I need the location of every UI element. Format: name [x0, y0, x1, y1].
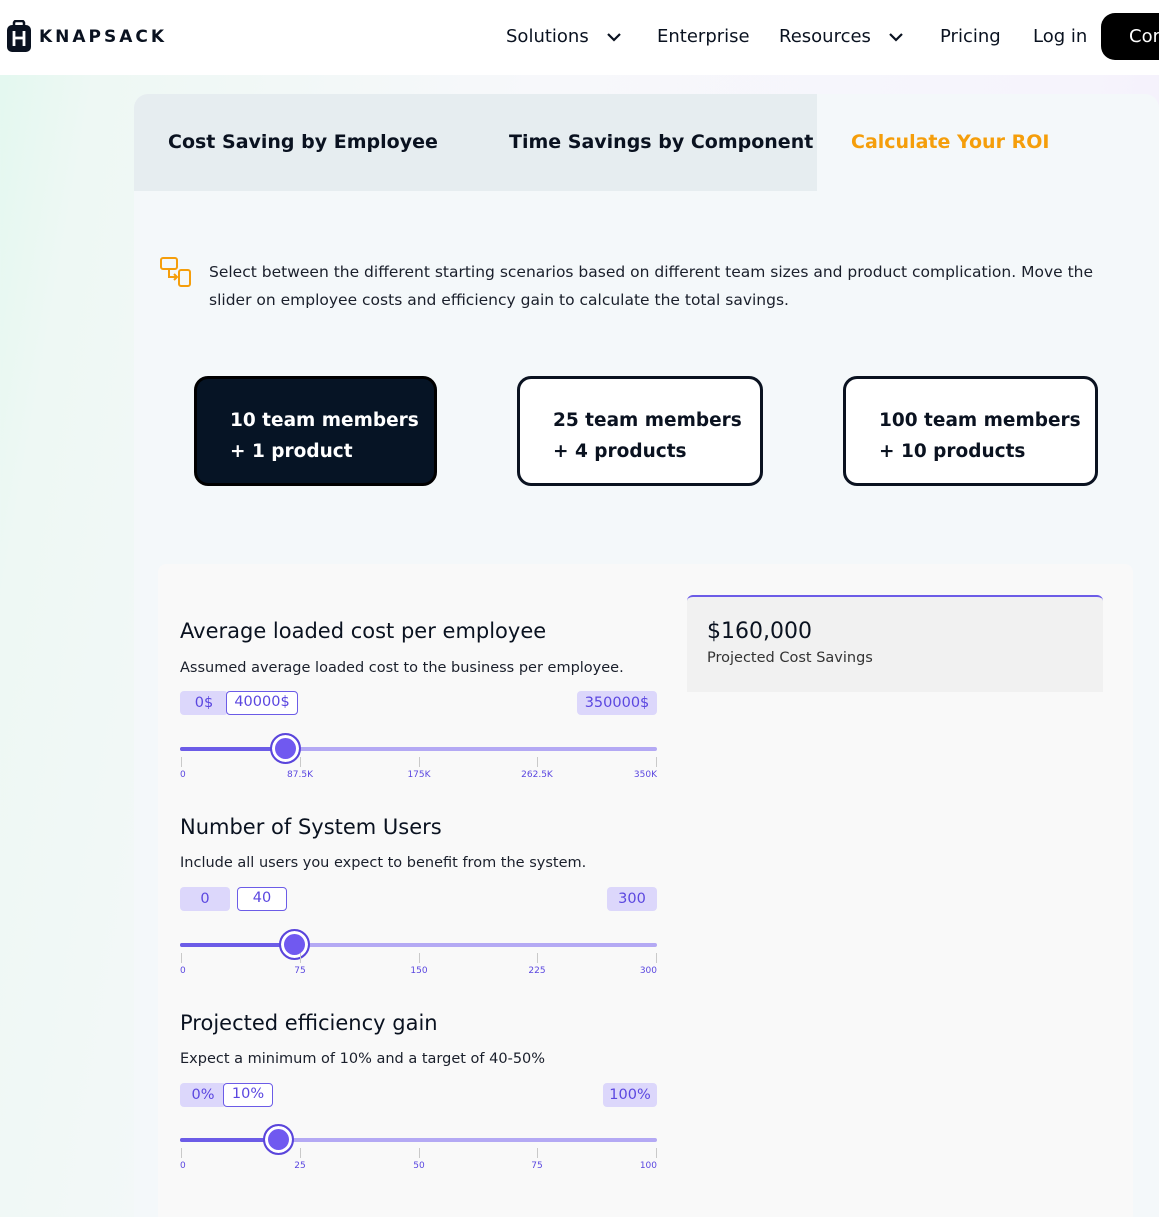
scenario-25-members[interactable]: 25 team members + 4 products	[517, 376, 763, 486]
nav-resources-label: Resources	[779, 26, 871, 47]
users-slider-track[interactable]	[180, 929, 657, 960]
projected-savings-label: Projected Cost Savings	[707, 650, 873, 666]
slider-tick-label: 0	[180, 966, 186, 976]
nav-resources[interactable]: Resources	[779, 26, 905, 47]
contact-button[interactable]: Cor	[1101, 13, 1159, 60]
scenario-team: 100 team members	[879, 410, 1081, 431]
users-min-badge: 0	[180, 887, 230, 911]
slider-tick	[537, 1148, 538, 1158]
scenario-products: + 1 product	[230, 441, 353, 462]
roi-calculator: $160,000 Projected Cost Savings Average …	[158, 564, 1133, 1217]
chevron-down-icon	[606, 32, 621, 42]
efficiency-slider-title: Projected efficiency gain	[180, 1011, 438, 1035]
efficiency-slider-ticks: 0 25 50 75 100	[180, 1148, 657, 1172]
scenario-team: 10 team members	[230, 410, 419, 431]
cost-min-badge: 0$	[180, 691, 228, 715]
scenario-team: 25 team members	[553, 410, 742, 431]
slider-tick-label: 262.5K	[521, 770, 553, 780]
slider-tick-label: 175K	[407, 770, 431, 780]
slider-tick	[181, 953, 182, 963]
users-current-value: 40	[237, 887, 287, 911]
slider-tick	[419, 757, 420, 767]
slider-tick-label: 225	[528, 966, 546, 976]
slider-tick	[300, 1148, 301, 1158]
slider-tick-label: 50	[413, 1161, 425, 1171]
slider-tick-label: 0	[180, 770, 186, 780]
slider-tick	[419, 953, 420, 963]
slider-tick-label: 75	[294, 966, 306, 976]
slider-tick-label: 300	[639, 966, 657, 976]
slider-tick	[656, 757, 657, 767]
efficiency-slider-track[interactable]	[180, 1124, 657, 1155]
efficiency-max-badge: 100%	[603, 1083, 657, 1107]
cost-slider-track[interactable]	[180, 733, 657, 764]
efficiency-slider-description: Expect a minimum of 10% and a target of …	[180, 1051, 546, 1067]
cost-max-badge: 350000$	[577, 691, 657, 715]
slider-tick-label: 350K	[633, 770, 657, 780]
slider-tick-label: 25	[294, 1161, 306, 1171]
cost-slider-ticks: 0 87.5K 175K 262.5K 350K	[180, 757, 657, 781]
slider-tick	[300, 953, 301, 963]
efficiency-current-value: 10%	[223, 1083, 273, 1107]
tab-time-savings-by-component[interactable]: Time Savings by Component	[509, 131, 813, 153]
top-nav: KNAPSACK Solutions Enterprise Resources …	[0, 0, 1159, 75]
nav-enterprise-label: Enterprise	[657, 26, 750, 47]
users-max-badge: 300	[607, 887, 657, 911]
roi-card: Cost Saving by Employee Time Savings by …	[134, 94, 1159, 1217]
components-icon	[160, 257, 191, 287]
tab-cost-saving-by-employee[interactable]: Cost Saving by Employee	[168, 131, 438, 153]
scenario-10-members[interactable]: 10 team members + 1 product	[194, 376, 437, 486]
users-slider-fill	[180, 943, 294, 947]
users-slider-description: Include all users you expect to benefit …	[180, 855, 587, 871]
cost-slider-description: Assumed average loaded cost to the busin…	[180, 660, 624, 676]
slider-tick	[656, 953, 657, 963]
cost-slider-title: Average loaded cost per employee	[180, 619, 547, 643]
slider-tick	[537, 953, 538, 963]
tab-bar: Cost Saving by Employee Time Savings by …	[134, 94, 1159, 191]
scenario-products: + 4 products	[553, 441, 687, 462]
slider-tick	[300, 757, 301, 767]
slider-tick-label: 87.5K	[287, 770, 313, 780]
scenario-products: + 10 products	[879, 441, 1026, 462]
nav-pricing-label: Pricing	[940, 26, 1001, 47]
slider-tick-label: 100	[639, 1161, 657, 1171]
slider-tick-label: 0	[180, 1161, 186, 1171]
slider-tick	[419, 1148, 420, 1158]
scenario-100-members[interactable]: 100 team members + 10 products	[843, 376, 1098, 486]
nav-login-label: Log in	[1033, 26, 1088, 47]
projected-savings-panel: $160,000 Projected Cost Savings	[687, 595, 1103, 692]
slider-tick	[181, 757, 182, 767]
intro-text: Select between the different starting sc…	[209, 263, 1094, 309]
brand-name: KNAPSACK	[39, 27, 168, 47]
nav-enterprise[interactable]: Enterprise	[657, 26, 750, 47]
knapsack-logo-icon	[7, 20, 31, 52]
slider-tick	[537, 757, 538, 767]
slider-tick-label: 75	[531, 1161, 543, 1171]
cost-current-value: 40000$	[226, 691, 298, 715]
nav-solutions[interactable]: Solutions	[506, 26, 623, 47]
chevron-down-icon	[889, 32, 903, 42]
users-slider-ticks: 0 75 150 225 300	[180, 953, 657, 977]
tab-calculate-your-roi[interactable]: Calculate Your ROI	[851, 131, 1049, 153]
nav-pricing[interactable]: Pricing	[940, 26, 1001, 47]
users-slider-title: Number of System Users	[180, 815, 442, 839]
slider-tick	[656, 1148, 657, 1158]
nav-solutions-label: Solutions	[506, 26, 589, 47]
slider-tick	[181, 1148, 182, 1158]
projected-savings-value: $160,000	[707, 619, 812, 644]
brand-logo[interactable]: KNAPSACK	[5, 20, 167, 54]
slider-tick-label: 150	[410, 966, 428, 976]
efficiency-min-badge: 0%	[180, 1083, 226, 1107]
nav-login[interactable]: Log in	[1033, 26, 1087, 47]
